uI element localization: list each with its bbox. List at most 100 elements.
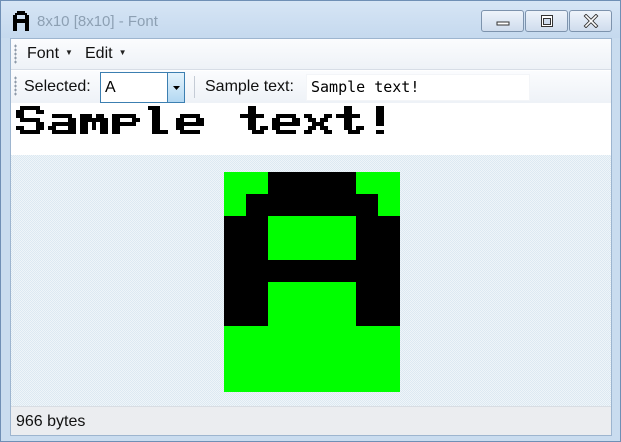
glyph-pixel[interactable] — [246, 304, 269, 327]
glyph-pixel[interactable] — [224, 348, 247, 371]
glyph-pixel[interactable] — [356, 238, 379, 261]
glyph-pixel[interactable] — [312, 370, 335, 392]
glyph-pixel[interactable] — [268, 326, 291, 349]
glyph-pixel[interactable] — [334, 304, 357, 327]
glyph-pixel[interactable] — [224, 370, 247, 392]
glyph-pixel[interactable] — [378, 348, 400, 371]
preview-char — [304, 114, 332, 134]
maximize-button[interactable] — [525, 10, 568, 32]
close-button[interactable] — [569, 10, 612, 32]
glyph-pixel[interactable] — [246, 194, 269, 217]
glyph-pixel[interactable] — [290, 304, 313, 327]
glyph-pixel[interactable] — [224, 172, 247, 195]
glyph-pixel[interactable] — [246, 172, 269, 195]
glyph-pixel[interactable] — [312, 216, 335, 239]
glyph-pixel[interactable] — [224, 238, 247, 261]
minimize-button[interactable] — [481, 10, 524, 32]
glyph-pixel[interactable] — [224, 326, 247, 349]
glyph-pixel[interactable] — [224, 304, 247, 327]
glyph-pixel[interactable] — [312, 260, 335, 283]
preview-char — [48, 114, 76, 134]
glyph-pixel[interactable] — [334, 260, 357, 283]
glyph-pixel[interactable] — [268, 348, 291, 371]
glyph-pixel[interactable] — [268, 282, 291, 305]
preview-char — [272, 114, 300, 134]
glyph-pixel[interactable] — [312, 304, 335, 327]
glyph-pixel[interactable] — [246, 216, 269, 239]
glyph-canvas-area — [11, 155, 611, 406]
toolbar-grip[interactable] — [14, 76, 17, 96]
glyph-pixel[interactable] — [246, 370, 269, 392]
glyph-pixel-editor[interactable] — [224, 172, 400, 392]
glyph-pixel[interactable] — [356, 172, 379, 195]
menu-edit[interactable]: Edit ▼ — [85, 45, 127, 63]
glyph-pixel[interactable] — [246, 260, 269, 283]
glyph-pixel[interactable] — [290, 216, 313, 239]
glyph-pixel[interactable] — [290, 260, 313, 283]
glyph-pixel[interactable] — [334, 348, 357, 371]
glyph-pixel[interactable] — [290, 194, 313, 217]
glyph-pixel[interactable] — [268, 216, 291, 239]
chevron-down-icon: ▼ — [65, 48, 73, 57]
glyph-pixel[interactable] — [356, 260, 379, 283]
glyph-pixel[interactable] — [312, 194, 335, 217]
glyph-pixel[interactable] — [290, 238, 313, 261]
glyph-pixel[interactable] — [356, 348, 379, 371]
glyph-pixel[interactable] — [290, 282, 313, 305]
glyph-pixel[interactable] — [268, 304, 291, 327]
glyph-pixel[interactable] — [224, 260, 247, 283]
glyph-pixel[interactable] — [224, 282, 247, 305]
sample-text-input[interactable]: Sample text! — [306, 74, 530, 101]
glyph-pixel[interactable] — [334, 238, 357, 261]
glyph-pixel[interactable] — [290, 172, 313, 195]
glyph-pixel[interactable] — [268, 194, 291, 217]
glyph-pixel[interactable] — [268, 370, 291, 392]
glyph-pixel[interactable] — [334, 172, 357, 195]
glyph-pixel[interactable] — [356, 216, 379, 239]
glyph-pixel[interactable] — [246, 282, 269, 305]
glyph-pixel[interactable] — [312, 172, 335, 195]
glyph-pixel[interactable] — [268, 172, 291, 195]
glyph-pixel[interactable] — [378, 216, 400, 239]
glyph-pixel[interactable] — [334, 326, 357, 349]
glyph-pixel[interactable] — [290, 370, 313, 392]
menu-grip[interactable] — [14, 44, 17, 64]
glyph-pixel[interactable] — [334, 282, 357, 305]
glyph-pixel[interactable] — [246, 348, 269, 371]
glyph-pixel[interactable] — [356, 304, 379, 327]
menu-font[interactable]: Font ▼ — [27, 45, 73, 63]
glyph-pixel[interactable] — [334, 216, 357, 239]
glyph-pixel[interactable] — [378, 238, 400, 261]
glyph-pixel[interactable] — [224, 216, 247, 239]
combobox-dropdown-button[interactable] — [167, 73, 184, 102]
glyph-pixel[interactable] — [378, 304, 400, 327]
glyph-pixel[interactable] — [246, 326, 269, 349]
glyph-pixel[interactable] — [246, 238, 269, 261]
window-title: 8x10 [8x10] - Font — [37, 13, 158, 30]
glyph-pixel[interactable] — [290, 326, 313, 349]
glyph-pixel[interactable] — [312, 348, 335, 371]
glyph-pixel[interactable] — [312, 326, 335, 349]
glyph-pixel[interactable] — [378, 194, 400, 217]
glyph-pixel[interactable] — [312, 282, 335, 305]
glyph-pixel[interactable] — [334, 194, 357, 217]
glyph-pixel[interactable] — [356, 326, 379, 349]
glyph-pixel[interactable] — [268, 238, 291, 261]
glyph-pixel[interactable] — [378, 282, 400, 305]
glyph-pixel[interactable] — [378, 370, 400, 392]
title-bar[interactable]: 8x10 [8x10] - Font — [1, 1, 620, 38]
glyph-pixel[interactable] — [356, 194, 379, 217]
glyph-pixel[interactable] — [356, 282, 379, 305]
toolbar-separator — [194, 76, 195, 98]
selected-char-combobox[interactable]: A — [100, 72, 185, 103]
preview-char — [148, 106, 168, 134]
glyph-pixel[interactable] — [378, 260, 400, 283]
glyph-pixel[interactable] — [378, 326, 400, 349]
glyph-pixel[interactable] — [334, 370, 357, 392]
glyph-pixel[interactable] — [224, 194, 247, 217]
glyph-pixel[interactable] — [290, 348, 313, 371]
glyph-pixel[interactable] — [268, 260, 291, 283]
glyph-pixel[interactable] — [378, 172, 400, 195]
glyph-pixel[interactable] — [356, 370, 379, 392]
glyph-pixel[interactable] — [312, 238, 335, 261]
